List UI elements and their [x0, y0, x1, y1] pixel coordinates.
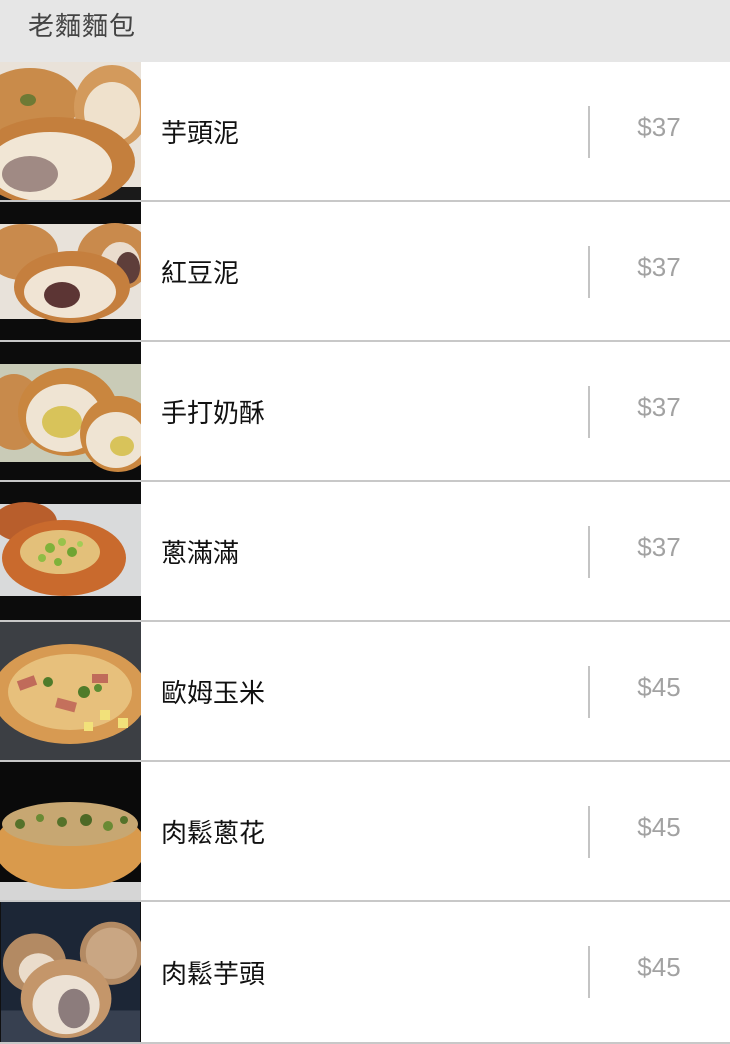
price-divider [588, 106, 590, 158]
price-divider [588, 946, 590, 998]
menu-item[interactable]: 手打奶酥 $37 [0, 342, 730, 482]
menu-item-photo [0, 342, 141, 480]
menu-item-photo [0, 902, 141, 1042]
price-divider [588, 666, 590, 718]
menu-item-photo [0, 202, 141, 340]
menu-item[interactable]: 肉鬆芋頭 $45 [0, 902, 730, 1044]
menu-item-photo [0, 62, 141, 200]
menu-item-photo [0, 762, 141, 900]
page-title: 老麵麵包 [28, 11, 137, 42]
menu-item[interactable]: 肉鬆蔥花 $45 [0, 762, 730, 902]
menu-item[interactable]: 蔥滿滿 $37 [0, 482, 730, 622]
menu-item[interactable]: 歐姆玉米 $45 [0, 622, 730, 762]
menu-item[interactable]: 紅豆泥 $37 [0, 202, 730, 342]
menu-item-price: $45 [637, 672, 681, 702]
menu-item[interactable]: 芋頭泥 $37 [0, 62, 730, 202]
price-divider [588, 526, 590, 578]
price-divider [588, 246, 590, 298]
price-divider [588, 806, 590, 858]
menu-item-price: $37 [637, 252, 681, 282]
menu-list: 芋頭泥 $37 紅豆泥 $37 手打奶酥 $37 蔥滿滿 $37 歐姆玉米 $4… [0, 62, 730, 1044]
menu-item-price: $37 [637, 532, 681, 562]
menu-item-photo [0, 622, 141, 760]
menu-item-price: $37 [637, 112, 681, 142]
app-header: 老麵麵包 [0, 0, 730, 62]
menu-item-price: $37 [637, 392, 681, 422]
menu-item-photo [0, 482, 141, 620]
menu-item-price: $45 [637, 812, 681, 842]
menu-item-price: $45 [637, 952, 681, 982]
price-divider [588, 386, 590, 438]
